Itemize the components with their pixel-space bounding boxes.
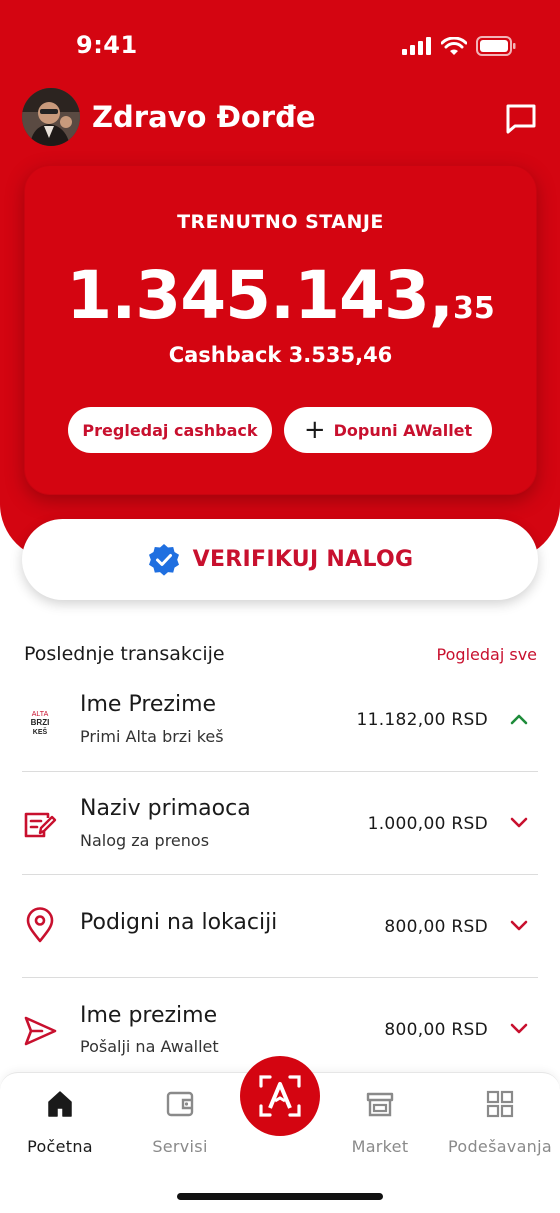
avatar-photo [22,88,80,146]
status-time: 9:41 [76,31,138,59]
divider [22,874,538,875]
svg-text:BRZI: BRZI [31,718,50,727]
location-pin-icon [22,907,58,943]
cashback-amount: Cashback 3.535,46 [168,343,393,367]
tab-home[interactable]: Početna [4,1089,116,1156]
plus-icon: + [303,415,326,445]
verified-badge-icon [148,543,179,576]
verify-account-button[interactable]: VERIFIKUJ NALOG [22,519,538,600]
transaction-amount: 800,00 RSD [384,917,488,937]
transaction-type: Nalog za prenos [80,831,210,850]
status-bar: 9:41 [0,0,560,90]
transaction-type: Primi Alta brzi keš [80,727,224,746]
alta-brzi-kes-logo: ALTA BRZI KEŠ [22,704,58,740]
transfer-order-icon [22,806,58,842]
chevron-up-icon [510,714,528,725]
scan-logo-icon [259,1075,301,1117]
balance-amount: 1.345.143,35 [24,257,537,334]
battery-icon [476,36,516,56]
transaction-item[interactable]: ALTA BRZI KEŠ Ime Prezime Primi Alta brz… [22,672,538,772]
transaction-name: Podigni na lokaciji [80,910,278,935]
divider [22,771,538,772]
balance-label: TRENUTNO STANJE [177,211,384,233]
transaction-amount: 11.182,00 RSD [356,710,488,730]
see-all-link[interactable]: Pogledaj sve [437,645,537,664]
topup-awallet-label: Dopuni AWallet [333,420,473,440]
send-icon [22,1013,58,1049]
scan-button[interactable] [240,1056,320,1136]
transaction-type: Pošalji na Awallet [80,1037,219,1056]
transaction-name: Naziv primaoca [80,796,251,821]
transaction-name: Ime prezime [80,1003,218,1028]
view-cashback-button[interactable]: Pregledaj cashback [68,407,272,453]
view-cashback-label: Pregledaj cashback [82,420,258,440]
cellular-signal-icon [402,37,431,55]
balance-amount-main: 1.345.143, [66,257,454,334]
chevron-down-icon [510,920,528,931]
chevron-down-icon [510,817,528,828]
chat-icon [506,104,536,134]
messages-button[interactable] [504,102,538,136]
transaction-item[interactable]: Podigni na lokaciji 800,00 RSD [22,878,538,978]
greeting-row: Zdravo Đorđe [22,88,538,148]
tab-home-label: Početna [27,1137,93,1156]
topup-awallet-button[interactable]: + Dopuni AWallet [284,407,492,453]
grid-icon [486,1090,514,1118]
verify-account-label: VERIFIKUJ NALOG [192,547,414,572]
avatar[interactable] [22,88,80,146]
tab-services[interactable]: Servisi [124,1089,236,1156]
divider [22,977,538,978]
store-icon [366,1092,394,1117]
transaction-item[interactable]: Naziv primaoca Nalog za prenos 1.000,00 … [22,776,538,876]
transaction-amount: 800,00 RSD [384,1020,488,1040]
tab-settings[interactable]: Podešavanja [444,1089,556,1156]
tab-services-label: Servisi [152,1137,208,1156]
balance-card: TRENUTNO STANJE 1.345.143,35 Cashback 3.… [24,165,537,495]
svg-text:KEŠ: KEŠ [33,727,48,736]
home-icon [48,1091,72,1117]
home-indicator [177,1193,383,1200]
recent-transactions-title: Poslednje transakcije [24,643,225,665]
chevron-down-icon [510,1023,528,1034]
transaction-amount: 1.000,00 RSD [367,814,488,834]
svg-text:ALTA: ALTA [32,711,49,718]
wallet-icon [166,1091,194,1117]
greeting-text: Zdravo Đorđe [92,100,316,134]
status-icons [402,36,516,56]
tab-market[interactable]: Market [324,1089,436,1156]
balance-amount-decimal: 35 [452,291,495,326]
tab-market-label: Market [351,1137,409,1156]
wifi-icon [441,36,467,55]
tab-settings-label: Podešavanja [448,1137,552,1156]
transaction-name: Ime Prezime [80,692,217,717]
